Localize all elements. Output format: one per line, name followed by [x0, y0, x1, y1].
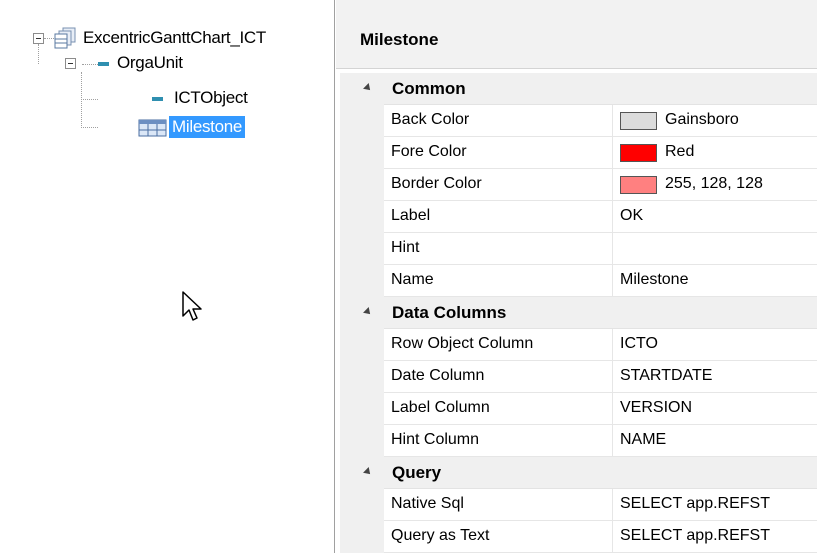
- tree-node-label: ExcentricGanttChart_ICT: [83, 28, 266, 47]
- property-value[interactable]: VERSION: [613, 393, 817, 425]
- property-row[interactable]: Native Sql SELECT app.REFST: [340, 488, 817, 521]
- tree-connector: [82, 64, 98, 65]
- row-margin: [340, 488, 384, 521]
- property-value[interactable]: [613, 233, 817, 265]
- property-name: Label: [384, 201, 613, 233]
- table-node-icon: [152, 97, 163, 101]
- color-swatch: [620, 176, 657, 194]
- property-name: Row Object Column: [384, 329, 613, 361]
- property-value[interactable]: ICTO: [613, 329, 817, 361]
- tree-node-label: ICTObject: [174, 88, 248, 107]
- category-label: Query: [392, 463, 442, 482]
- table-node-icon: [98, 62, 109, 66]
- row-margin: [340, 232, 384, 265]
- property-value[interactable]: SELECT app.REFST: [613, 521, 817, 553]
- row-margin: [340, 520, 384, 553]
- category-label: Data Columns: [392, 303, 507, 322]
- property-row[interactable]: Hint: [340, 232, 817, 265]
- mouse-cursor-icon: [182, 291, 202, 321]
- property-value[interactable]: OK: [613, 201, 817, 233]
- property-grid-panel: Milestone Common Back Color Gainsboro Fo…: [336, 0, 817, 553]
- property-name: Hint: [384, 233, 613, 265]
- row-margin: [340, 360, 384, 393]
- collapse-caret-icon[interactable]: [363, 467, 373, 477]
- property-row[interactable]: Name Milestone: [340, 264, 817, 297]
- row-margin: [340, 264, 384, 297]
- property-value-text: Gainsboro: [665, 111, 739, 128]
- tree-connector: [81, 99, 98, 100]
- tree-node-label: OrgaUnit: [117, 53, 183, 72]
- row-margin: [340, 328, 384, 361]
- tree-node-label: Milestone: [169, 116, 246, 138]
- row-margin: [340, 424, 384, 457]
- tree-connector: [81, 72, 82, 128]
- property-value[interactable]: Red: [613, 137, 817, 169]
- tree-node-orgaunit[interactable]: OrgaUnit: [114, 51, 186, 75]
- row-margin: [340, 168, 384, 201]
- property-value-text: Red: [665, 143, 695, 160]
- property-name: Border Color: [384, 169, 613, 201]
- grid-icon: [138, 119, 167, 137]
- row-margin: [340, 104, 384, 137]
- property-value[interactable]: STARTDATE: [613, 361, 817, 393]
- tree-node-root[interactable]: ExcentricGanttChart_ICT: [80, 26, 269, 50]
- property-value[interactable]: Gainsboro: [613, 105, 817, 137]
- property-row[interactable]: Label OK: [340, 200, 817, 233]
- property-value[interactable]: NAME: [613, 425, 817, 457]
- property-name: Fore Color: [384, 137, 613, 169]
- property-value[interactable]: SELECT app.REFST: [613, 489, 817, 521]
- collapse-caret-icon[interactable]: [363, 83, 373, 93]
- row-margin: [340, 392, 384, 425]
- category-data-columns[interactable]: Data Columns: [340, 297, 817, 329]
- property-row[interactable]: Fore Color Red: [340, 136, 817, 169]
- property-name: Query as Text: [384, 521, 613, 553]
- property-row[interactable]: Label Column VERSION: [340, 392, 817, 425]
- property-name: Name: [384, 265, 613, 297]
- property-value-text: 255, 128, 128: [665, 175, 763, 192]
- row-margin: [340, 136, 384, 169]
- tree-connector: [44, 38, 54, 39]
- property-row[interactable]: Back Color Gainsboro: [340, 104, 817, 137]
- property-row[interactable]: Border Color 255, 128, 128: [340, 168, 817, 201]
- property-name: Label Column: [384, 393, 613, 425]
- tree-connector: [38, 44, 39, 64]
- property-value[interactable]: Milestone: [613, 265, 817, 297]
- collapse-toggle[interactable]: [33, 33, 44, 44]
- property-name: Hint Column: [384, 425, 613, 457]
- color-swatch: [620, 112, 657, 130]
- collapse-caret-icon[interactable]: [363, 307, 373, 317]
- property-grid[interactable]: Common Back Color Gainsboro Fore Color R…: [340, 73, 817, 553]
- tree-node-ictobject[interactable]: ICTObject: [171, 86, 251, 110]
- property-value[interactable]: 255, 128, 128: [613, 169, 817, 201]
- tree-view[interactable]: ExcentricGanttChart_ICT OrgaUnit ICTObje…: [0, 0, 335, 553]
- property-grid-header: Milestone: [336, 0, 817, 69]
- property-grid-title: Milestone: [360, 30, 439, 49]
- property-row[interactable]: Date Column STARTDATE: [340, 360, 817, 393]
- property-row[interactable]: Query as Text SELECT app.REFST: [340, 520, 817, 553]
- color-swatch: [620, 144, 657, 162]
- category-query[interactable]: Query: [340, 457, 817, 489]
- row-margin: [340, 200, 384, 233]
- tree-connector: [81, 127, 98, 128]
- category-common[interactable]: Common: [340, 73, 817, 105]
- category-label: Common: [392, 79, 466, 98]
- tables-icon: [54, 27, 76, 49]
- property-row[interactable]: Hint Column NAME: [340, 424, 817, 457]
- property-name: Back Color: [384, 105, 613, 137]
- property-name: Date Column: [384, 361, 613, 393]
- property-name: Native Sql: [384, 489, 613, 521]
- tree-node-milestone[interactable]: Milestone: [169, 115, 246, 139]
- property-row[interactable]: Row Object Column ICTO: [340, 328, 817, 361]
- collapse-toggle[interactable]: [65, 58, 76, 69]
